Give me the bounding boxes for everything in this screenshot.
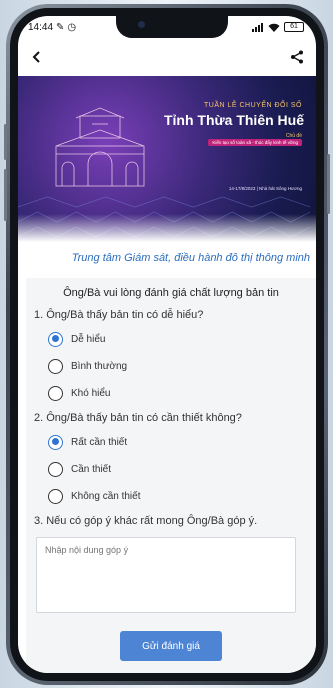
q2-option-can-thiet[interactable]: Cần thiết bbox=[48, 460, 308, 478]
q1-option-binh-thuong[interactable]: Bình thường bbox=[48, 357, 308, 375]
question-1-label: 1. Ông/Bà thấy bản tin có dễ hiểu? bbox=[34, 309, 204, 321]
radio-icon[interactable] bbox=[48, 461, 63, 477]
option-label: Khó hiểu bbox=[71, 387, 111, 399]
survey-title: Ông/Bà vui lòng đánh giá chất lượng bản … bbox=[63, 287, 279, 299]
share-icon[interactable] bbox=[290, 50, 304, 64]
option-label: Không cần thiết bbox=[71, 490, 141, 502]
question-3-label: 3. Nếu có góp ý khác rất mong Ông/Bà góp… bbox=[34, 515, 258, 527]
power-button bbox=[327, 154, 330, 214]
q2-option-khong-can-thiet[interactable]: Không cần thiết bbox=[48, 487, 308, 505]
feedback-input[interactable] bbox=[36, 537, 296, 613]
question-2-label: 2. Ông/Bà thấy bản tin có cần thiết khôn… bbox=[34, 412, 242, 424]
app-bar bbox=[18, 38, 316, 76]
center-name: Trung tâm Giám sát, điều hành đô thị thô… bbox=[71, 252, 310, 264]
radio-selected-icon[interactable] bbox=[48, 331, 63, 347]
notification-icon: ✎ bbox=[56, 21, 65, 33]
submit-button[interactable]: Gửi đánh giá bbox=[120, 631, 222, 661]
volume-button bbox=[4, 124, 7, 160]
signal-icon bbox=[252, 22, 263, 32]
phone-screen: 14:44 ✎ ◷ 61 TUẦN LỄ CHUYỂN ĐỔI SỐ Tỉnh … bbox=[18, 16, 316, 673]
arrow-back-icon[interactable] bbox=[30, 50, 44, 64]
option-label: Dễ hiểu bbox=[71, 333, 106, 345]
option-label: Cần thiết bbox=[71, 463, 112, 475]
radio-selected-icon[interactable] bbox=[48, 434, 63, 450]
banner-title: Tỉnh Thừa Thiên Huế bbox=[163, 112, 304, 128]
phone-frame: 14:44 ✎ ◷ 61 TUẦN LỄ CHUYỂN ĐỔI SỐ Tỉnh … bbox=[4, 4, 330, 685]
volume-button-2 bbox=[4, 169, 7, 221]
banner-fade bbox=[18, 214, 316, 242]
survey-card: Ông/Bà vui lòng đánh giá chất lượng bản … bbox=[26, 278, 316, 673]
battery-icon: 61 bbox=[284, 22, 304, 32]
radio-icon[interactable] bbox=[48, 385, 63, 401]
wifi-icon bbox=[268, 23, 280, 32]
status-time: 14:44 bbox=[28, 21, 54, 33]
option-label: Bình thường bbox=[71, 360, 128, 372]
camera-icon bbox=[138, 21, 145, 28]
q1-option-de-hieu[interactable]: Dễ hiểu bbox=[48, 330, 308, 348]
banner-kicker: TUẦN LỄ CHUYỂN ĐỔI SỐ bbox=[203, 102, 302, 109]
camera-notch bbox=[116, 16, 228, 38]
banner-date: 14-17/8/2023 | Nhà hát Sông Hương bbox=[228, 186, 302, 191]
alarm-icon: ◷ bbox=[67, 21, 77, 33]
q2-option-rat-can-thiet[interactable]: Rất cần thiết bbox=[48, 433, 308, 451]
q1-option-kho-hieu[interactable]: Khó hiểu bbox=[48, 384, 308, 402]
banner-tagline: Kiến tạo số toàn xã - thúc đẩy kinh tế v… bbox=[208, 139, 302, 146]
event-banner: TUẦN LỄ CHUYỂN ĐỔI SỐ Tỉnh Thừa Thiên Hu… bbox=[18, 76, 316, 242]
option-label: Rất cần thiết bbox=[71, 436, 128, 448]
imperial-gate-illustration bbox=[55, 107, 145, 187]
radio-icon[interactable] bbox=[48, 488, 63, 504]
radio-icon[interactable] bbox=[48, 358, 63, 374]
status-bar: 14:44 ✎ ◷ 61 bbox=[18, 16, 316, 38]
